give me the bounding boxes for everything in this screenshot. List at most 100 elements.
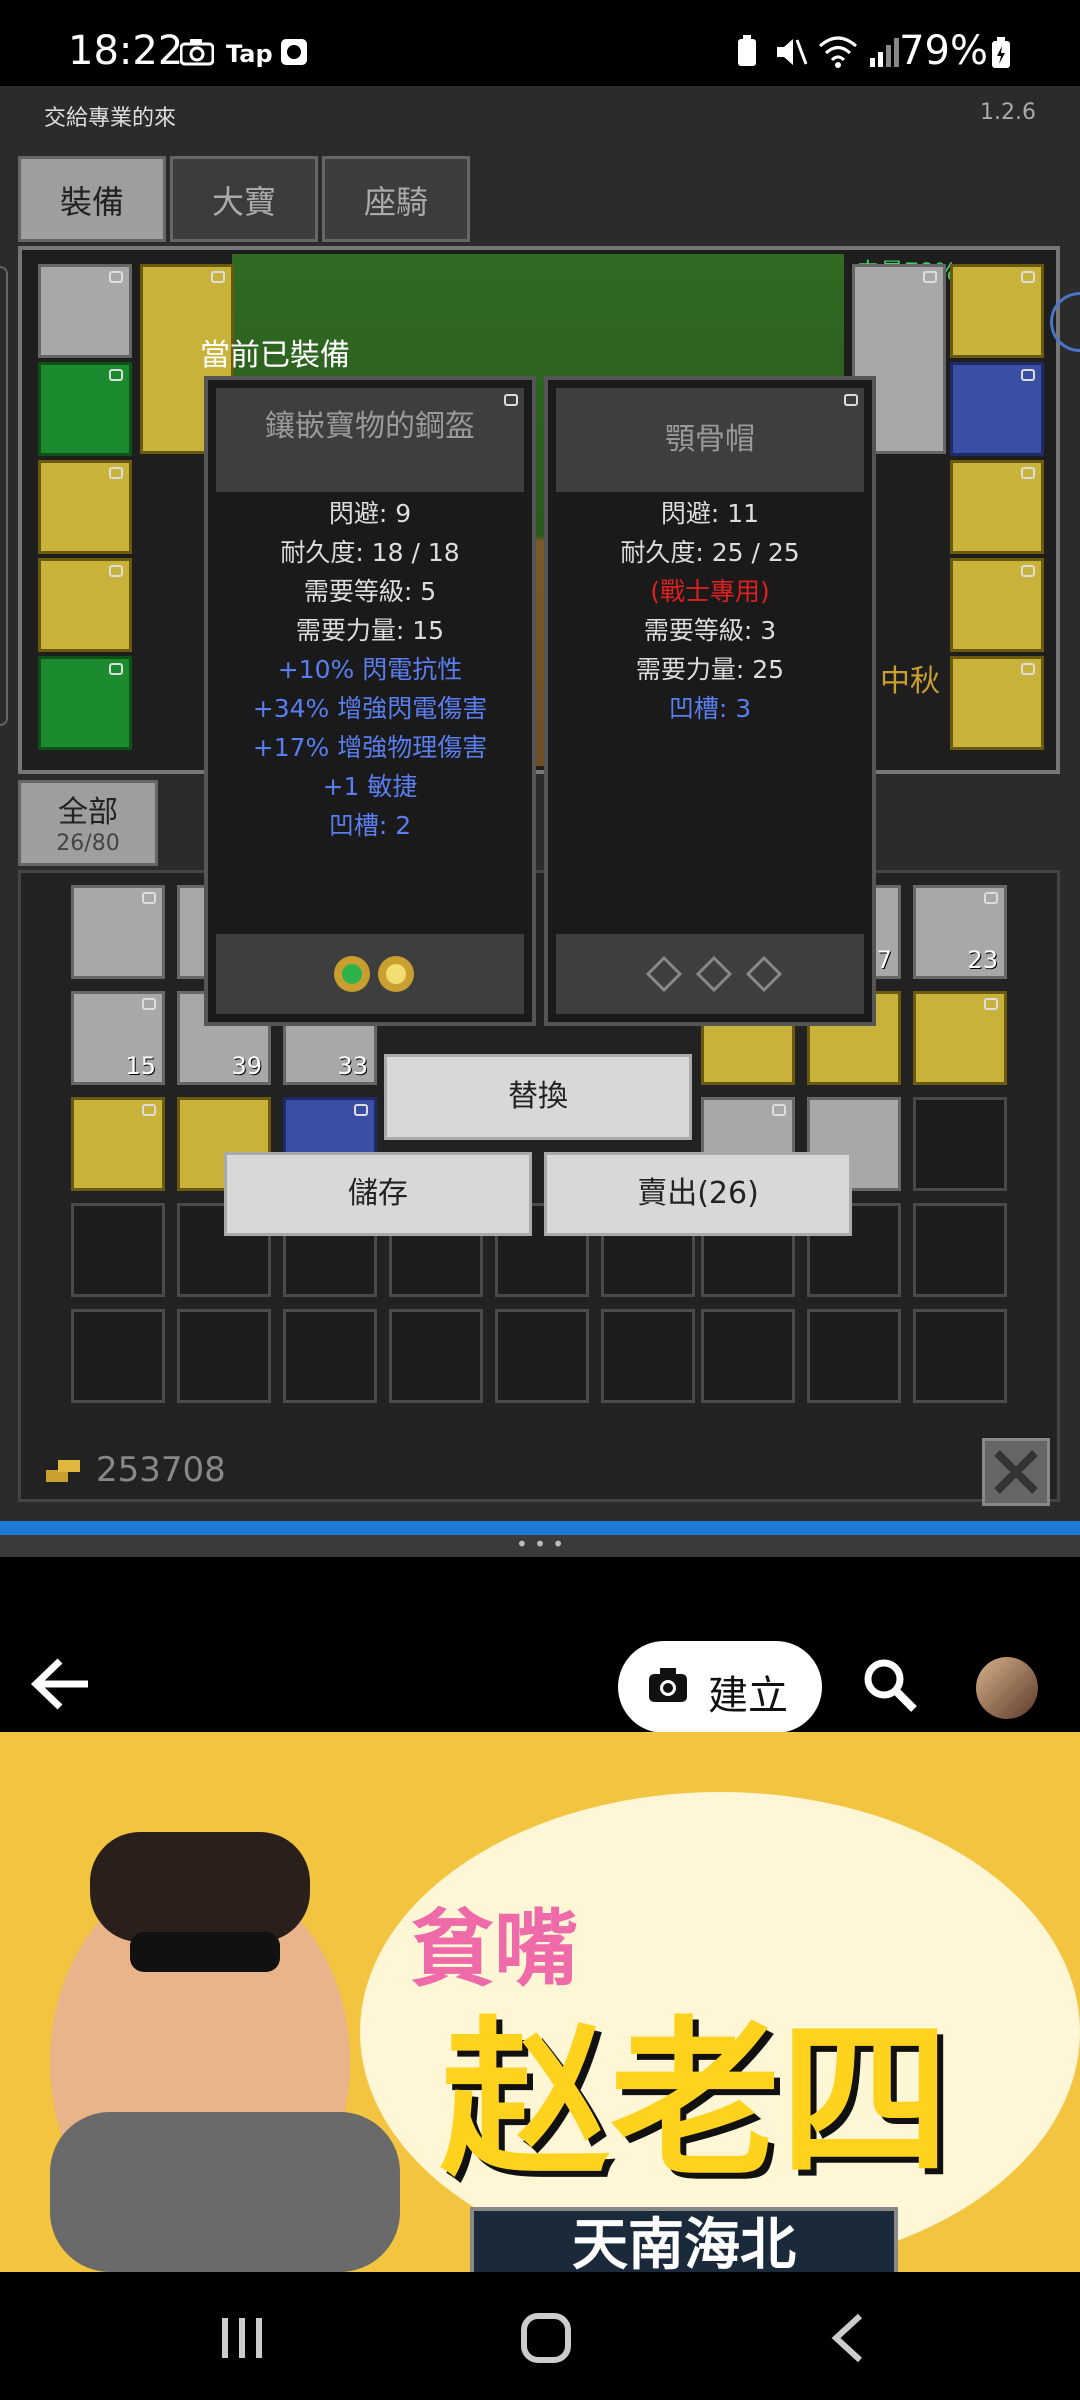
stat-line: 耐久度: 18 / 18	[280, 538, 460, 567]
camera-status-icon	[179, 38, 215, 70]
equip-slot-ring-2[interactable]	[950, 460, 1044, 554]
sell-button[interactable]: 賣出(26)	[544, 1152, 852, 1236]
equip-slot-pet[interactable]	[950, 656, 1044, 750]
slot-count: 33	[337, 1052, 368, 1080]
lock-icon	[504, 394, 518, 406]
inventory-count: 26/80	[56, 831, 120, 856]
inventory-slot[interactable]	[495, 1309, 589, 1403]
tab-equipment[interactable]: 裝備	[18, 156, 166, 242]
left-drawer-handle[interactable]	[0, 266, 8, 726]
stat-line: 需要等級: 3	[643, 616, 777, 645]
inventory-slot[interactable]	[71, 885, 165, 979]
stat-line: 需要力量: 25	[635, 655, 785, 684]
stat-line: 耐久度: 25 / 25	[620, 538, 800, 567]
game-version: 1.2.6	[980, 100, 1036, 125]
navigation-bar	[0, 2272, 1080, 2400]
equip-slot-ring-1[interactable]	[950, 362, 1044, 456]
stat-line: 需要等級: 5	[303, 577, 437, 606]
recent-apps-button[interactable]	[218, 2314, 266, 2366]
equip-slot-belt[interactable]	[38, 656, 132, 750]
new-item-name: 顎骨帽	[556, 388, 864, 492]
slot-count: 39	[231, 1052, 262, 1080]
home-icon	[521, 2313, 571, 2363]
split-handle[interactable]: • • •	[0, 1534, 1080, 1557]
slot-count: 23	[967, 946, 998, 974]
app-status-icon	[280, 38, 308, 70]
mid-autumn-label: 中秋	[880, 664, 940, 699]
recent-apps-icon	[222, 2318, 262, 2358]
inventory-slot[interactable]	[71, 1203, 165, 1297]
create-button[interactable]: 建立	[618, 1641, 822, 1733]
stat-line: 需要力量: 15	[295, 616, 445, 645]
stat-line: (戰士專用)	[650, 577, 770, 606]
inventory-tab-all[interactable]: 全部 26/80	[18, 780, 158, 866]
camera-icon	[649, 1668, 687, 1702]
app-toolbar: 建立	[0, 1557, 1080, 1733]
gold-amount: 253708	[96, 1450, 226, 1490]
inventory-slot[interactable]	[701, 1309, 795, 1403]
equip-slot-armor[interactable]	[38, 362, 132, 456]
new-item-stats: 閃避: 11 耐久度: 25 / 25 (戰士專用) 需要等級: 3 需要力量: 25 凹…	[548, 494, 872, 728]
close-button[interactable]	[982, 1438, 1050, 1506]
mute-icon	[774, 36, 808, 72]
equip-slot-boots[interactable]	[38, 558, 132, 652]
back-button[interactable]	[30, 1657, 92, 1715]
inventory-slot[interactable]	[177, 1309, 271, 1403]
inventory-slot[interactable]	[71, 1309, 165, 1403]
socket-gems-icon	[334, 956, 414, 992]
search-icon	[864, 1659, 917, 1712]
avatar[interactable]	[976, 1657, 1038, 1719]
gold-icon	[44, 1456, 84, 1490]
tab-mount[interactable]: 座騎	[322, 156, 470, 242]
tab-treasure[interactable]: 大寶	[170, 156, 318, 242]
store-button[interactable]: 儲存	[224, 1152, 532, 1236]
current-item-panel: 鑲嵌寶物的鋼盔 閃避: 9 耐久度: 18 / 18 需要等級: 5 需要力量: 15…	[204, 376, 536, 1026]
inventory-tab-label: 全部	[58, 795, 118, 830]
new-item-sockets	[556, 934, 864, 1014]
search-button[interactable]	[862, 1657, 918, 1717]
inventory-slot[interactable]	[389, 1309, 483, 1403]
game-window: 交給專業的來 1.2.6 裝備 大寶 座騎 电量79% 中秋 全部 26/80 …	[0, 86, 1080, 1521]
tap-status-icon: Tap	[226, 40, 273, 68]
empty-sockets-icon	[645, 955, 783, 993]
status-bar: 18:22 Tap 79%	[0, 0, 1080, 86]
signal-icon	[868, 36, 902, 72]
current-item-name: 鑲嵌寶物的鋼盔	[216, 388, 524, 492]
stat-line: 閃避: 9	[328, 499, 412, 528]
stat-line: +17% 增強物理傷害	[252, 733, 488, 762]
inventory-slot[interactable]	[913, 1097, 1007, 1191]
stat-line: +34% 增強閃電傷害	[252, 694, 488, 723]
inventory-slot[interactable]	[807, 1309, 901, 1403]
game-title: 交給專業的來	[44, 106, 177, 131]
inventory-slot[interactable]: 15	[71, 991, 165, 1085]
slot-count: 15	[125, 1052, 156, 1080]
inventory-slot[interactable]	[283, 1309, 377, 1403]
inventory-slot[interactable]	[601, 1309, 695, 1403]
inventory-slot[interactable]	[71, 1097, 165, 1191]
battery-icon	[990, 36, 1012, 74]
equip-slot-amulet[interactable]	[950, 264, 1044, 358]
new-item-panel: 顎骨帽 閃避: 11 耐久度: 25 / 25 (戰士專用) 需要等級: 3 需要力量:…	[544, 376, 876, 1026]
stat-line: +10% 閃電抗性	[277, 655, 463, 684]
replace-button[interactable]: 替換	[384, 1054, 692, 1140]
lock-icon	[844, 394, 858, 406]
banner-image[interactable]: 貧嘴 赵老四 天南海北	[0, 1732, 1080, 2272]
battery-saver-icon	[736, 34, 758, 72]
back-nav-button[interactable]	[828, 2312, 868, 2368]
inventory-slot[interactable]	[913, 1309, 1007, 1403]
inventory-slot[interactable]: 23	[913, 885, 1007, 979]
back-arrow-icon	[30, 1658, 88, 1710]
inventory-slot[interactable]	[913, 991, 1007, 1085]
equip-slot-gloves[interactable]	[38, 460, 132, 554]
banner-sub-text: 天南海北	[470, 2207, 898, 2272]
inventory-slot[interactable]	[913, 1203, 1007, 1297]
equip-slot-charm[interactable]	[950, 558, 1044, 652]
equipped-caption: 當前已裝備	[200, 338, 350, 373]
back-nav-icon	[831, 2313, 863, 2363]
status-time: 18:22	[68, 28, 184, 74]
home-button[interactable]	[520, 2312, 572, 2368]
inventory-grid: 77 23 15 39 33	[18, 870, 1060, 1502]
create-label: 建立	[708, 1673, 788, 1719]
stat-line: +1 敏捷	[322, 772, 418, 801]
equip-slot-helmet[interactable]	[38, 264, 132, 358]
